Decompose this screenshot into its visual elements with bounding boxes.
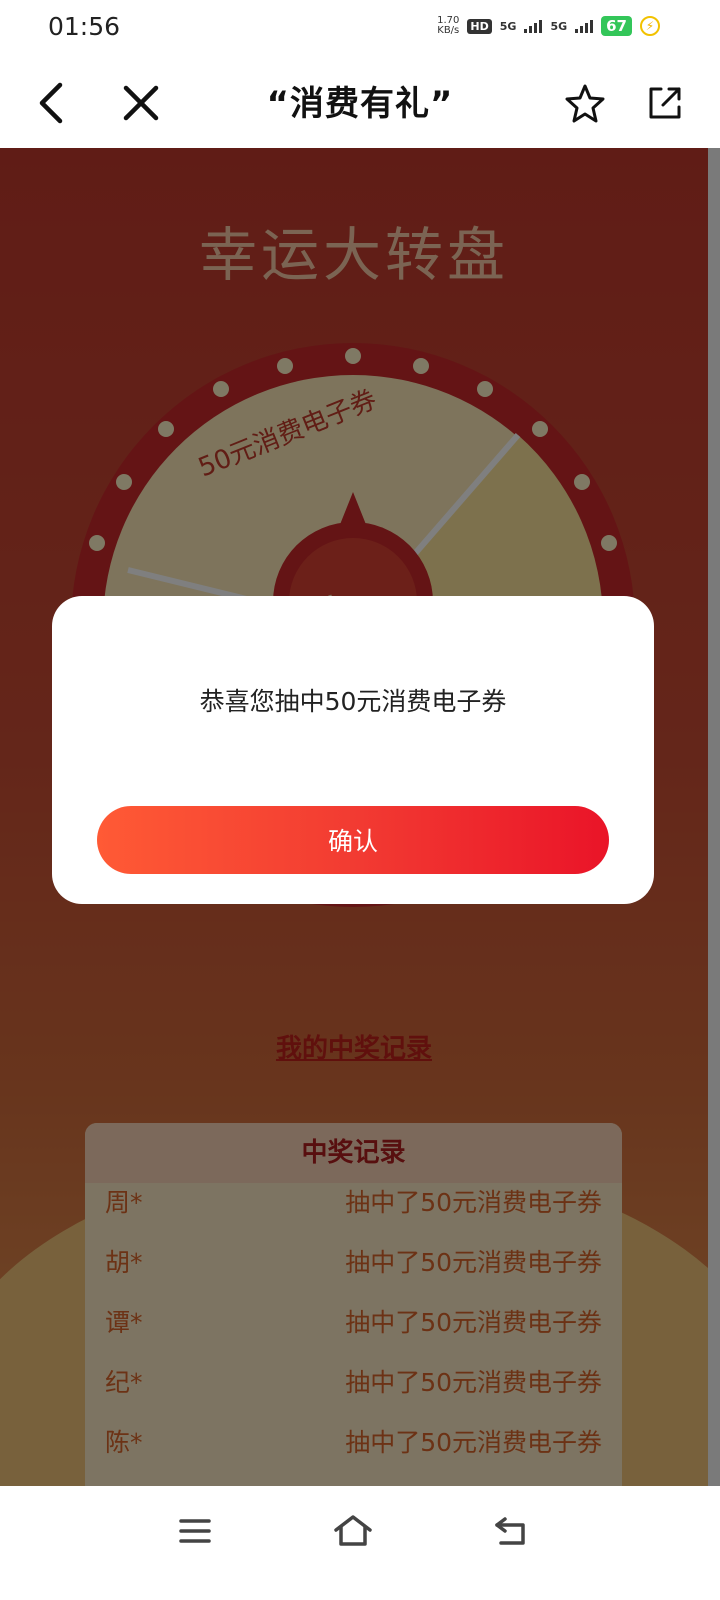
hd-icon: HD bbox=[467, 18, 492, 34]
signal-icon bbox=[524, 19, 543, 33]
page-scrollbar[interactable] bbox=[708, 148, 720, 1486]
menu-icon[interactable] bbox=[170, 1506, 220, 1556]
share-icon[interactable] bbox=[638, 76, 692, 130]
nav-bar: “消费有礼” bbox=[0, 58, 720, 148]
system-nav-bar bbox=[0, 1486, 720, 1600]
status-time: 01:56 bbox=[48, 12, 121, 41]
status-icons: 1.70 KB/s HD 5G 5G 67 ⚡ bbox=[437, 16, 660, 36]
prize-dialog: 恭喜您抽中50元消费电子券 确认 bbox=[52, 596, 654, 904]
network-speed: 1.70 KB/s bbox=[437, 16, 459, 36]
home-icon[interactable] bbox=[328, 1506, 378, 1556]
page-title: “消费有礼” bbox=[266, 84, 454, 124]
confirm-button[interactable]: 确认 bbox=[97, 806, 609, 874]
back-icon[interactable] bbox=[486, 1506, 536, 1556]
dialog-message: 恭喜您抽中50元消费电子券 bbox=[199, 687, 507, 716]
battery-icon: 67 bbox=[601, 16, 632, 36]
sim1-network-label: 5G bbox=[499, 19, 517, 33]
network-speed-unit: KB/s bbox=[437, 25, 460, 36]
charging-icon: ⚡ bbox=[640, 16, 660, 36]
status-bar: 01:56 1.70 KB/s HD 5G 5G 67 ⚡ bbox=[0, 0, 720, 58]
star-icon[interactable] bbox=[558, 76, 612, 130]
sim2-network-label: 5G bbox=[550, 19, 568, 33]
signal-icon-2 bbox=[575, 19, 594, 33]
